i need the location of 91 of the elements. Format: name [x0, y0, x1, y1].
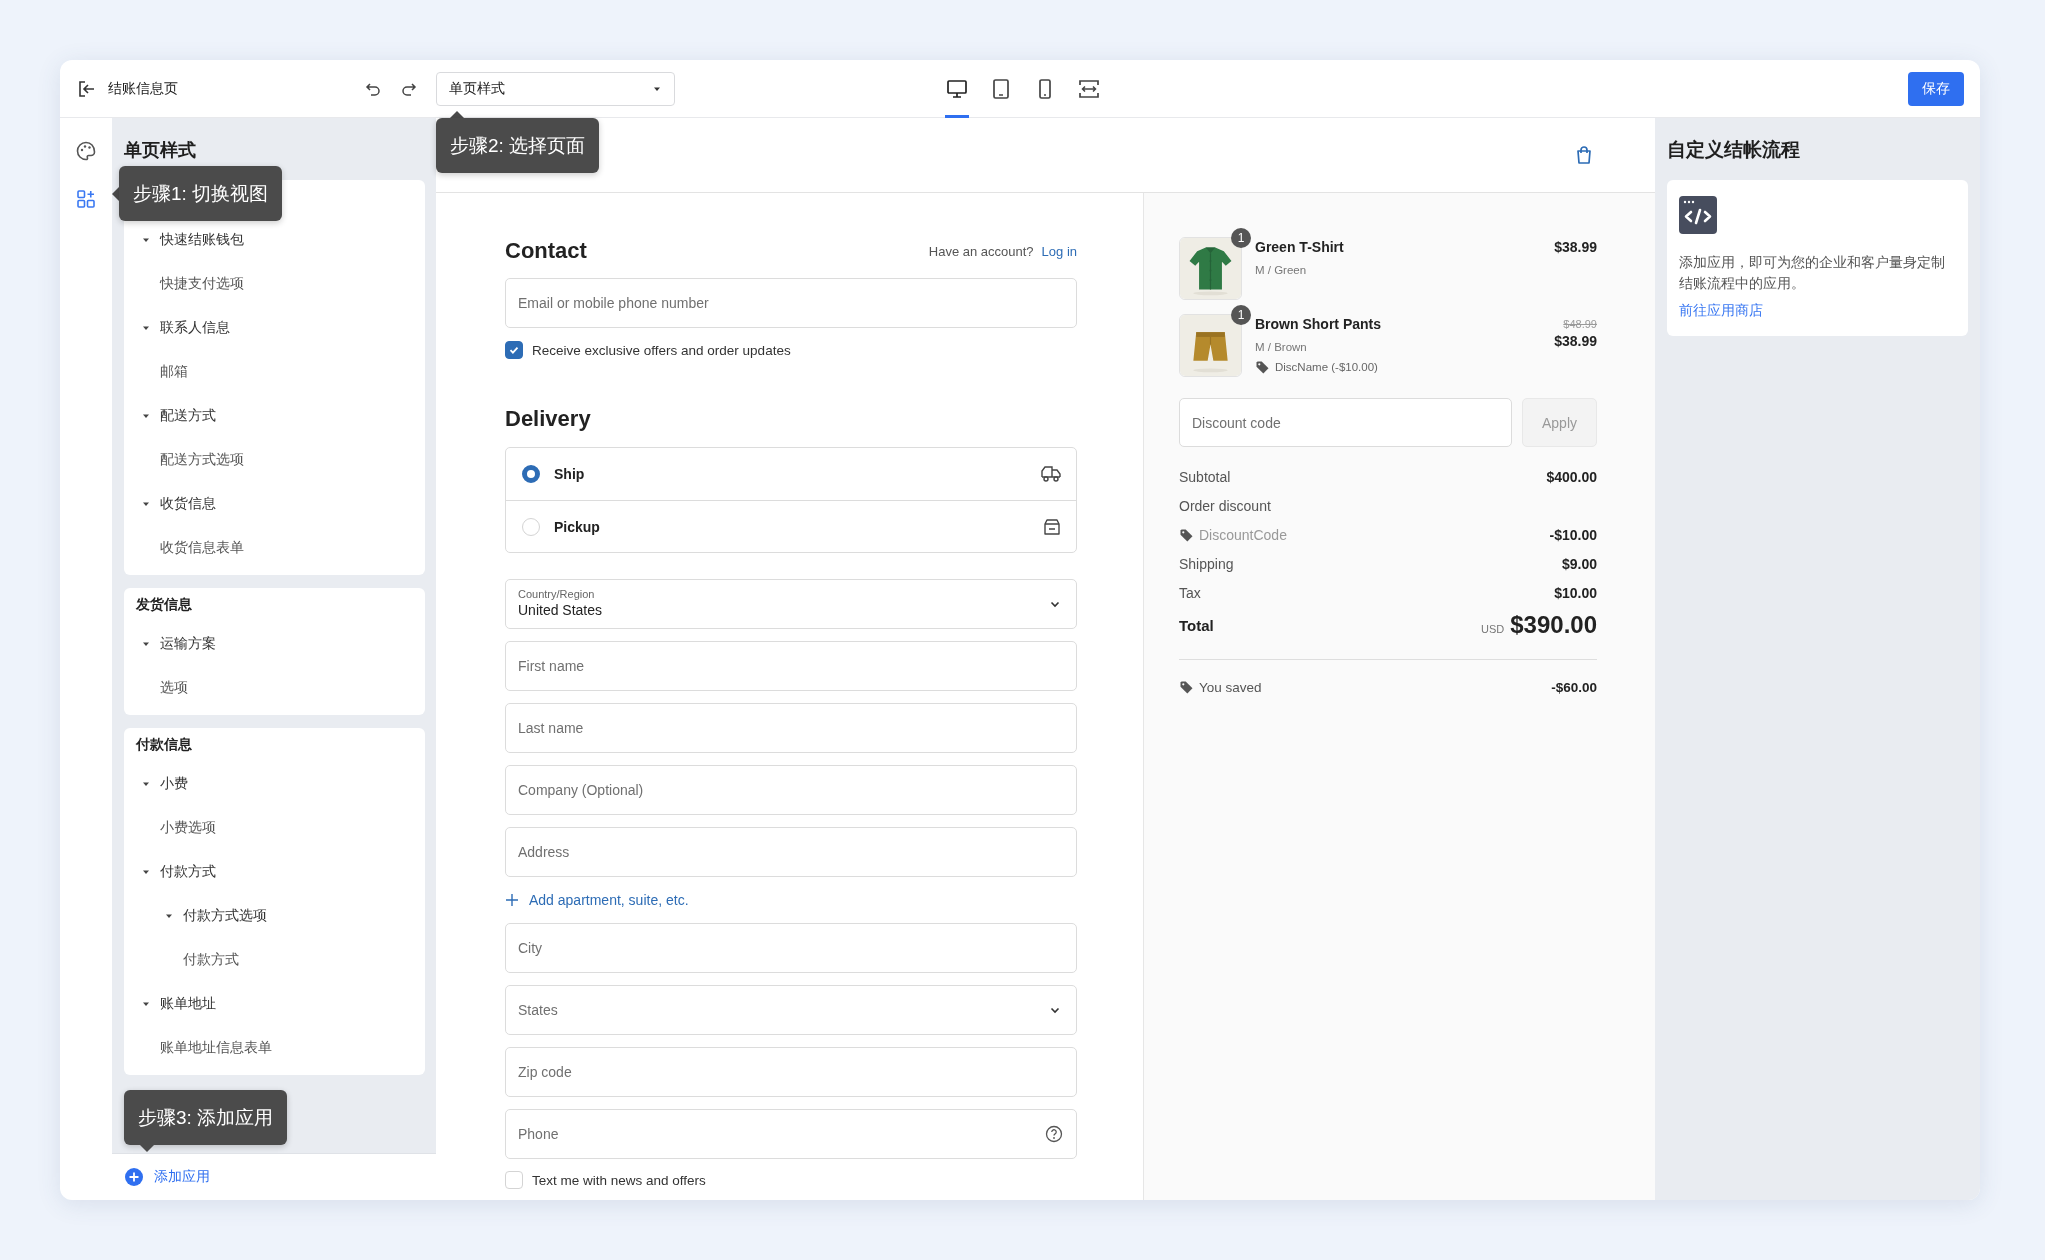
total-amount: $390.00 — [1510, 611, 1597, 639]
tag-icon — [1179, 680, 1193, 694]
product-name: Brown Short Pants — [1255, 315, 1382, 334]
tag-icon — [1179, 527, 1193, 542]
tree-item[interactable]: 付款方式选项 — [124, 894, 425, 938]
checkbox-label: Text me with news and offers — [532, 1172, 706, 1188]
page-title: 结账信息页 — [108, 79, 179, 98]
tree-item[interactable]: 付款方式 — [124, 850, 425, 894]
delivery-option[interactable]: Ship — [506, 448, 1076, 500]
quantity-badge: 1 — [1231, 305, 1251, 325]
tag-icon — [1255, 360, 1269, 374]
product-variant: M / Green — [1255, 263, 1308, 278]
add-icon — [124, 1167, 144, 1187]
add-apartment-link[interactable]: Add apartment, suite, etc. — [505, 889, 689, 911]
tree-item[interactable]: 小费 — [124, 762, 425, 806]
monitor-icon — [946, 77, 968, 100]
tree-item[interactable]: 联系人信息 — [124, 306, 425, 350]
section-heading: 付款信息 — [135, 735, 193, 754]
original-price: $48.99 — [1563, 317, 1597, 331]
account-prompt: Have an account? — [928, 243, 1034, 259]
select-field[interactable]: Country/Region United States — [505, 579, 1077, 629]
text-field[interactable]: Zip code — [505, 1047, 1077, 1097]
tree-item[interactable]: 付款方式 — [124, 938, 425, 982]
shopping-bag-icon[interactable] — [1575, 145, 1593, 165]
text-field[interactable]: Company (Optional) — [505, 765, 1077, 815]
store-icon — [1042, 516, 1062, 537]
help-icon — [1045, 1125, 1063, 1143]
check-icon — [508, 344, 520, 356]
phone-field[interactable]: Phone — [505, 1109, 1077, 1159]
select-field[interactable]: States — [505, 985, 1077, 1035]
add-app-link[interactable]: 添加应用 — [124, 1167, 210, 1187]
tooltip: 步骤1: 切换视图 — [112, 166, 283, 221]
tree-item[interactable]: 配送方式 — [124, 394, 425, 438]
tooltip: 步骤2: 选择页面 — [436, 111, 600, 173]
tooltip: 步骤3: 添加应用 — [124, 1090, 288, 1152]
tree-item[interactable]: 收货信息 — [124, 482, 425, 526]
summary-label: Subtotal — [1179, 468, 1231, 485]
text-field[interactable]: Last name — [505, 703, 1077, 753]
text-field[interactable]: City — [505, 923, 1077, 973]
save-button[interactable]: 保存 — [1908, 71, 1964, 106]
code-window-icon — [1679, 196, 1717, 234]
email-field[interactable]: Email or mobile phone number — [505, 278, 1077, 328]
plus-icon — [505, 893, 519, 907]
currency-label: USD — [1481, 623, 1505, 635]
radio-button[interactable] — [522, 465, 540, 483]
checkbox-label: Receive exclusive offers and order updates — [532, 342, 791, 358]
total-label: Total — [1179, 616, 1214, 634]
product-price: $38.99 — [1554, 332, 1597, 351]
app-store-link[interactable]: 前往应用商店 — [1679, 302, 1763, 320]
summary-label: Order discount — [1179, 497, 1271, 514]
summary-label: Shipping — [1179, 555, 1234, 572]
login-link[interactable]: Log in — [1041, 243, 1077, 259]
description-text: 添加应用，即可为您的企业和客户量身定制结账流程中的应用。 — [1679, 253, 1946, 293]
savings-label: You saved — [1199, 679, 1262, 695]
summary-value: -$10.00 — [1549, 526, 1597, 543]
summary-value: $10.00 — [1554, 584, 1597, 601]
summary-label: DiscountCode — [1199, 526, 1287, 543]
fit-width-icon — [1078, 77, 1100, 100]
tree-item[interactable]: 配送方式选项 — [124, 438, 425, 482]
tree-item[interactable]: 收货信息表单 — [124, 526, 425, 570]
section-heading: Delivery — [505, 405, 592, 433]
page-style-dropdown[interactable]: 单页样式 — [436, 71, 675, 106]
product-price: $38.99 — [1554, 238, 1597, 257]
savings-value: -$60.00 — [1551, 679, 1597, 695]
tree-item[interactable]: 快速结账钱包 — [124, 218, 425, 262]
section-heading: Contact — [505, 237, 587, 265]
panel-title: 单页样式 — [124, 139, 197, 162]
tree-item[interactable]: 账单地址 — [124, 982, 425, 1026]
discount-label: DiscName (-$10.00) — [1275, 360, 1378, 375]
quantity-badge: 1 — [1231, 228, 1251, 248]
tree-item[interactable]: 快捷支付选项 — [124, 262, 425, 306]
summary-value: $400.00 — [1546, 468, 1597, 485]
product-name: Green T-Shirt — [1255, 238, 1345, 257]
text-field[interactable]: Address — [505, 827, 1077, 877]
discount-code-field[interactable]: Discount code — [1179, 398, 1512, 447]
tree-item[interactable]: 小费选项 — [124, 806, 425, 850]
delivery-option[interactable]: Pickup — [506, 500, 1076, 552]
summary-value: $9.00 — [1561, 555, 1597, 572]
tree-item[interactable]: 运输方案 — [124, 622, 425, 666]
tree-item[interactable]: 账单地址信息表单 — [124, 1026, 425, 1070]
tablet-icon — [990, 77, 1012, 100]
product-variant: M / Brown — [1255, 340, 1308, 355]
text-field[interactable]: First name — [505, 641, 1077, 691]
exit-icon — [77, 78, 97, 99]
panel-title: 自定义结帐流程 — [1667, 138, 1801, 162]
summary-label: Tax — [1179, 584, 1201, 601]
truck-icon — [1040, 464, 1062, 484]
tree-item[interactable]: 邮箱 — [124, 350, 425, 394]
checkbox[interactable] — [505, 341, 523, 359]
section-heading: 发货信息 — [135, 595, 193, 614]
tree-item[interactable]: 选项 — [124, 666, 425, 710]
